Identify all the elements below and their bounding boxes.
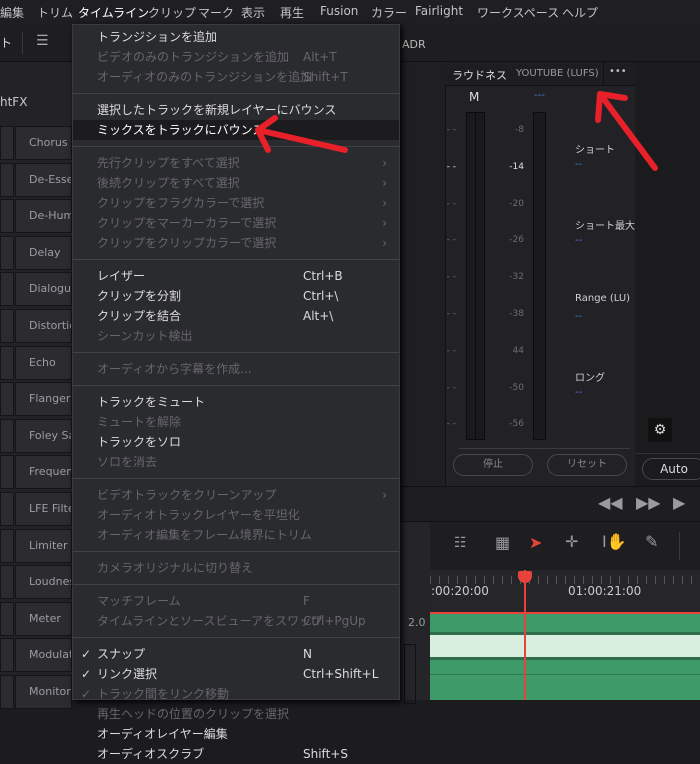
- menu-item[interactable]: オーディオレイヤー編集: [73, 724, 399, 744]
- menu-item-label: オーディオスクラブ: [97, 747, 205, 761]
- menu-item[interactable]: オーディオスクラブ Shift+S: [73, 744, 399, 764]
- menu-item-label: オーディオレイヤー編集: [97, 727, 228, 741]
- menu-item-shortcut: Shift+S: [303, 747, 348, 761]
- menu-item-label: 再生ヘッドの位置のクリップを選択: [97, 707, 290, 721]
- annotation-arrow: [255, 127, 348, 153]
- annotation-arrow: [597, 91, 658, 171]
- menu-item[interactable]: 再生ヘッドの位置のクリップを選択: [73, 704, 399, 724]
- annotation-arrows: [255, 91, 658, 171]
